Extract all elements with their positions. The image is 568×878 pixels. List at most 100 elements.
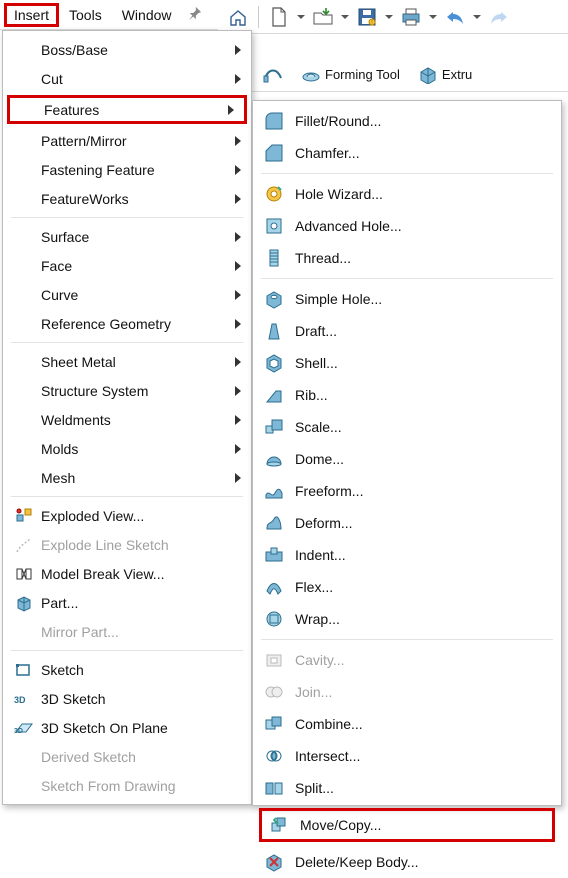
undo-caret[interactable] (471, 3, 483, 31)
hole-wizard-icon (263, 183, 285, 205)
sub-indent[interactable]: Indent... (253, 539, 561, 571)
home-button[interactable] (224, 3, 252, 31)
sub-fillet[interactable]: Fillet/Round... (253, 105, 561, 137)
menu-molds[interactable]: Molds (3, 434, 251, 463)
menu-sheet-metal[interactable]: Sheet Metal (3, 347, 251, 376)
sub-dome[interactable]: Dome... (253, 443, 561, 475)
flex-icon (263, 576, 285, 598)
print-button[interactable] (397, 3, 425, 31)
new-doc-button[interactable] (265, 3, 293, 31)
sub-simple-hole[interactable]: Simple Hole... (253, 283, 561, 315)
explode-line-icon (13, 534, 35, 556)
sub-chamfer[interactable]: Chamfer... (253, 137, 561, 169)
menu-featureworks[interactable]: FeatureWorks (3, 184, 251, 213)
split-icon (263, 777, 285, 799)
draft-icon (263, 320, 285, 342)
menu-part[interactable]: Part... (3, 588, 251, 617)
menu-curve[interactable]: Curve (3, 280, 251, 309)
sub-join: Join... (253, 676, 561, 708)
ribbon-item-swept[interactable] (256, 61, 290, 87)
menu-features[interactable]: Features (7, 95, 247, 124)
new-doc-caret[interactable] (295, 3, 307, 31)
menu-face[interactable]: Face (3, 251, 251, 280)
insert-menu: Boss/Base Cut Features Pattern/Mirror Fa… (2, 30, 252, 805)
toolbar-separator (258, 6, 259, 28)
menu-structure-system[interactable]: Structure System (3, 376, 251, 405)
menu-exploded-view[interactable]: Exploded View... (3, 501, 251, 530)
sketch-3d-icon: 3D (13, 688, 35, 710)
sub-combine[interactable]: Combine... (253, 708, 561, 740)
fillet-icon (263, 110, 285, 132)
ribbon-label: Extru (442, 67, 472, 82)
model-break-icon (13, 563, 35, 585)
sub-cavity: Cavity... (253, 644, 561, 676)
menu-fastening-feature[interactable]: Fastening Feature (3, 155, 251, 184)
save-button[interactable]: ! (353, 3, 381, 31)
menu-window[interactable]: Window (112, 3, 182, 27)
menu-cut[interactable]: Cut (3, 64, 251, 93)
sub-move-copy[interactable]: Move/Copy... (259, 808, 555, 842)
rib-icon (263, 384, 285, 406)
menu-model-break-view[interactable]: Model Break View... (3, 559, 251, 588)
sub-separator (261, 173, 553, 174)
sub-intersect[interactable]: Intersect... (253, 740, 561, 772)
sub-rib[interactable]: Rib... (253, 379, 561, 411)
menu-separator (11, 496, 243, 497)
ribbon: Forming Tool Extru (250, 34, 568, 92)
sub-deform[interactable]: Deform... (253, 507, 561, 539)
sketch-3d-plane-icon: 3D (13, 717, 35, 739)
menu-sketch-from-drawing: Sketch From Drawing (3, 771, 251, 800)
svg-text:3D: 3D (14, 728, 23, 735)
swept-icon (263, 64, 283, 84)
redo-button[interactable] (485, 3, 513, 31)
menu-3d-sketch-on-plane[interactable]: 3D 3D Sketch On Plane (3, 713, 251, 742)
open-button[interactable] (309, 3, 337, 31)
menu-sketch[interactable]: Sketch (3, 655, 251, 684)
sub-hole-wizard[interactable]: Hole Wizard... (253, 178, 561, 210)
indent-icon (263, 544, 285, 566)
sub-wrap[interactable]: Wrap... (253, 603, 561, 635)
menu-insert[interactable]: Insert (4, 3, 59, 27)
menu-separator (11, 650, 243, 651)
features-submenu: Fillet/Round... Chamfer... Hole Wizard..… (252, 100, 562, 806)
svg-text:!: ! (371, 20, 372, 26)
sub-thread[interactable]: Thread... (253, 242, 561, 274)
chamfer-icon (263, 142, 285, 164)
sub-draft[interactable]: Draft... (253, 315, 561, 347)
toolbar: ! (218, 0, 568, 34)
menu-mirror-part: Mirror Part... (3, 617, 251, 646)
shell-icon (263, 352, 285, 374)
menu-reference-geometry[interactable]: Reference Geometry (3, 309, 251, 338)
menu-tools[interactable]: Tools (59, 3, 112, 27)
join-icon (263, 681, 285, 703)
menu-separator (11, 342, 243, 343)
sub-split[interactable]: Split... (253, 772, 561, 804)
sub-separator (261, 278, 553, 279)
delete-body-icon (263, 851, 285, 873)
sub-advanced-hole[interactable]: Advanced Hole... (253, 210, 561, 242)
ribbon-item-forming-tool[interactable]: Forming Tool (294, 61, 407, 87)
sub-delete-keep-body[interactable]: Delete/Keep Body... (253, 846, 561, 878)
pin-icon[interactable] (188, 6, 202, 23)
sub-flex[interactable]: Flex... (253, 571, 561, 603)
menu-boss-base[interactable]: Boss/Base (3, 35, 251, 64)
print-caret[interactable] (427, 3, 439, 31)
undo-button[interactable] (441, 3, 469, 31)
menu-3d-sketch[interactable]: 3D 3D Sketch (3, 684, 251, 713)
deform-icon (263, 512, 285, 534)
menu-pattern-mirror[interactable]: Pattern/Mirror (3, 126, 251, 155)
save-caret[interactable] (383, 3, 395, 31)
sub-freeform[interactable]: Freeform... (253, 475, 561, 507)
menu-surface[interactable]: Surface (3, 222, 251, 251)
menu-derived-sketch: Derived Sketch (3, 742, 251, 771)
sketch-icon (13, 659, 35, 681)
sub-scale[interactable]: Scale... (253, 411, 561, 443)
menu-mesh[interactable]: Mesh (3, 463, 251, 492)
open-caret[interactable] (339, 3, 351, 31)
menu-weldments[interactable]: Weldments (3, 405, 251, 434)
svg-text:3D: 3D (14, 695, 26, 705)
ribbon-item-extrude[interactable]: Extru (411, 61, 479, 87)
move-copy-icon (268, 814, 290, 836)
cavity-icon (263, 649, 285, 671)
sub-shell[interactable]: Shell... (253, 347, 561, 379)
